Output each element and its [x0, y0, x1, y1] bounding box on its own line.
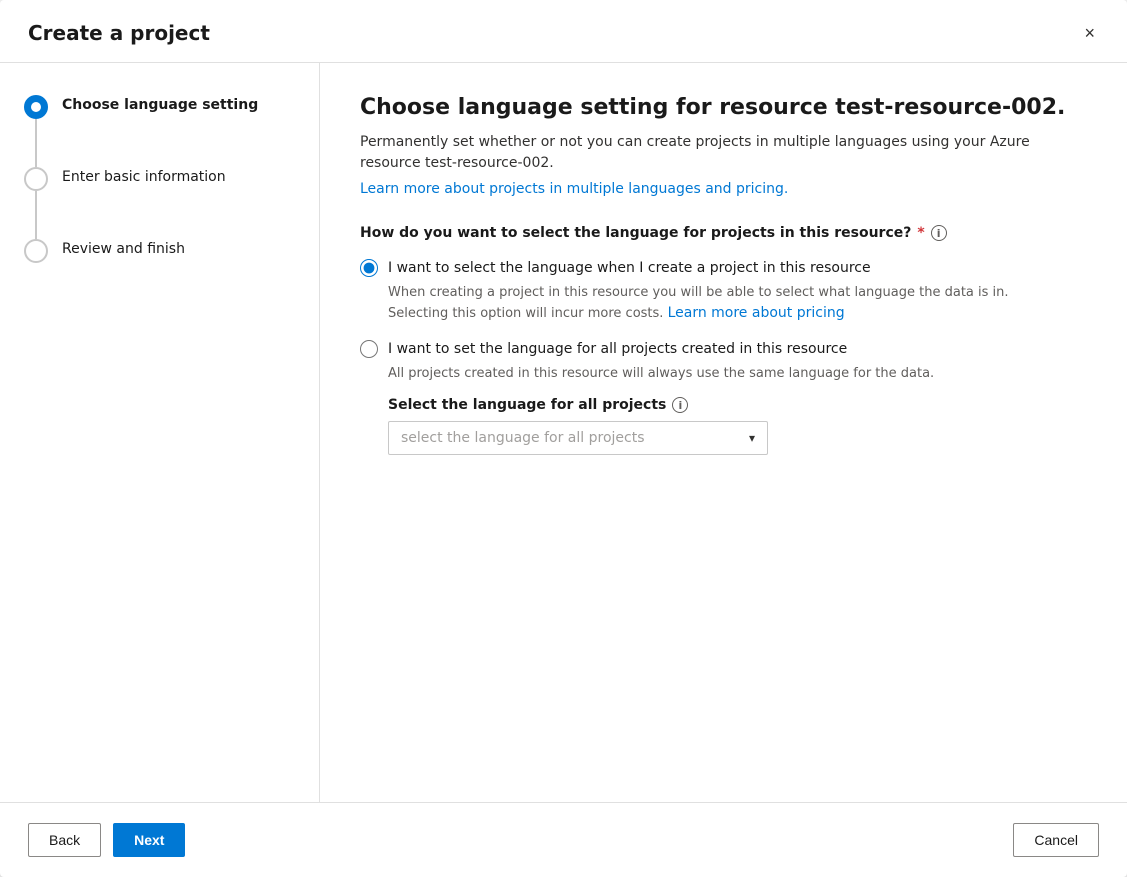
sidebar: Choose language setting Enter basic info…: [0, 63, 320, 802]
radio-option-1-label[interactable]: I want to select the language when I cre…: [360, 259, 1087, 277]
step-connector-1: [35, 119, 37, 167]
next-button[interactable]: Next: [113, 823, 185, 857]
question-info-icon[interactable]: i: [931, 225, 947, 241]
radio-option-2-text: I want to set the language for all proje…: [388, 341, 847, 357]
chevron-down-icon: ▾: [749, 431, 755, 445]
learn-more-pricing-link[interactable]: Learn more about pricing: [668, 305, 845, 321]
sidebar-item-basic-info[interactable]: Enter basic information: [24, 167, 295, 191]
question-label: How do you want to select the language f…: [360, 225, 1087, 241]
cancel-button[interactable]: Cancel: [1013, 823, 1099, 857]
learn-more-link[interactable]: Learn more about projects in multiple la…: [360, 181, 788, 197]
dialog-footer: Back Next Cancel: [0, 802, 1127, 877]
dialog-title: Create a project: [28, 21, 210, 45]
dialog-body: Choose language setting Enter basic info…: [0, 63, 1127, 802]
close-button[interactable]: ×: [1080, 20, 1099, 46]
step-1-label: Choose language setting: [62, 95, 258, 113]
description-text: Permanently set whether or not you can c…: [360, 132, 1087, 174]
step-3-label: Review and finish: [62, 239, 185, 257]
section-title: Choose language setting for resource tes…: [360, 95, 1087, 120]
step-2-label: Enter basic information: [62, 167, 226, 185]
step-2-circle: [24, 167, 48, 191]
back-button[interactable]: Back: [28, 823, 101, 857]
sub-label-info-icon[interactable]: i: [672, 397, 688, 413]
radio-option-2-desc: All projects created in this resource wi…: [388, 364, 1087, 384]
step-3-circle: [24, 239, 48, 263]
language-sub-label: Select the language for all projects i: [388, 397, 1087, 413]
radio-option-1-text: I want to select the language when I cre…: [388, 260, 871, 276]
sidebar-item-choose-language[interactable]: Choose language setting: [24, 95, 295, 119]
radio-option-1: I want to select the language when I cre…: [360, 259, 1087, 324]
step-connector-2: [35, 191, 37, 239]
radio-input-1[interactable]: [360, 259, 378, 277]
language-sub-section: Select the language for all projects i s…: [388, 397, 1087, 455]
radio-option-2-label[interactable]: I want to set the language for all proje…: [360, 340, 1087, 358]
main-content: Choose language setting for resource tes…: [320, 63, 1127, 802]
radio-option-2: I want to set the language for all proje…: [360, 340, 1087, 456]
language-dropdown[interactable]: select the language for all projects ▾: [388, 421, 768, 455]
sidebar-item-review[interactable]: Review and finish: [24, 239, 295, 263]
radio-group: I want to select the language when I cre…: [360, 259, 1087, 471]
dialog-header: Create a project ×: [0, 0, 1127, 63]
create-project-dialog: Create a project × Choose language setti…: [0, 0, 1127, 877]
required-marker: *: [917, 225, 924, 241]
dropdown-placeholder: select the language for all projects: [401, 430, 645, 446]
radio-input-2[interactable]: [360, 340, 378, 358]
radio-option-1-desc: When creating a project in this resource…: [388, 283, 1087, 324]
step-1-circle: [24, 95, 48, 119]
